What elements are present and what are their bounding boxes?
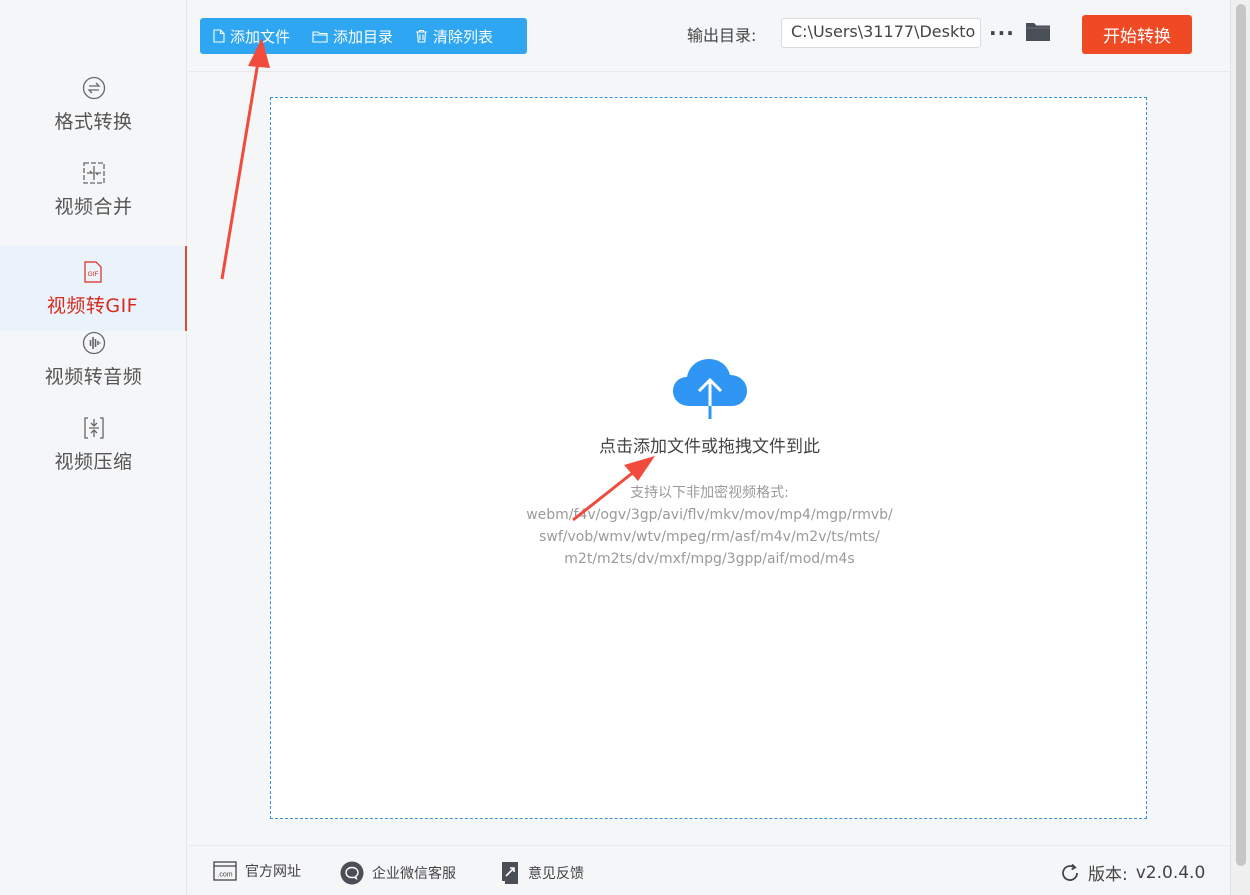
video-merge-icon [81, 160, 107, 186]
wechat-icon [340, 861, 364, 885]
start-convert-button[interactable]: 开始转换 [1082, 15, 1192, 54]
svg-text:.com: .com [217, 872, 232, 879]
file-button-group: 添加文件 添加目录 清除列表 [200, 18, 527, 54]
formats-line: webm/f4v/ogv/3gp/avi/flv/mkv/mov/mp4/mgp… [526, 507, 893, 523]
add-folder-label: 添加目录 [333, 27, 394, 46]
toolbar: 添加文件 添加目录 清除列表 输出目录: C:\Users\31177\Desk… [188, 0, 1230, 72]
drop-instruction: 点击添加文件或拖拽文件到此 [599, 437, 820, 457]
svg-text:GIF: GIF [87, 271, 98, 278]
sidebar-item-label: 视频转GIF [46, 295, 139, 317]
sidebar-item-format-convert[interactable]: 格式转换 [0, 62, 187, 147]
feedback-icon [502, 862, 518, 884]
gif-icon: GIF [80, 259, 106, 285]
cloud-upload-icon [672, 356, 748, 426]
sidebar-item-video-merge[interactable]: 视频合并 [0, 147, 187, 232]
add-folder-button[interactable]: 添加目录 [312, 26, 393, 47]
output-dir-label: 输出目录: [687, 26, 757, 45]
wechat-support-link[interactable]: 企业微信客服 [340, 861, 456, 885]
refresh-icon [1062, 863, 1078, 881]
sidebar-item-video-compress[interactable]: 视频压缩 [0, 402, 187, 487]
main-content: 点击添加文件或拖拽文件到此 支持以下非加密视频格式: webm/f4v/ogv/… [188, 73, 1230, 843]
clear-list-button[interactable]: 清除列表 [415, 26, 493, 47]
website-label: 官方网址 [245, 864, 301, 880]
add-file-label: 添加文件 [230, 27, 291, 46]
sidebar-item-label: 视频合并 [54, 196, 133, 218]
version-label: 版本: [1088, 865, 1128, 885]
output-path-field[interactable]: C:\Users\31177\Deskto [781, 18, 981, 48]
wechat-support-label: 企业微信客服 [372, 866, 456, 882]
formats-line: swf/vob/wmv/wtv/mpeg/rm/asf/m4v/m2v/ts/m… [539, 529, 880, 545]
drop-zone[interactable]: 点击添加文件或拖拽文件到此 支持以下非加密视频格式: webm/f4v/ogv/… [270, 97, 1147, 819]
file-icon [213, 29, 225, 43]
compress-icon [81, 415, 107, 441]
format-convert-icon [81, 75, 107, 101]
sidebar-item-label: 视频压缩 [54, 451, 133, 473]
version-info[interactable]: 版本: v2.0.4.0 [1059, 860, 1205, 885]
sidebar-item-label: 格式转换 [54, 111, 133, 133]
audio-wave-icon [81, 330, 107, 356]
website-link[interactable]: .com 官方网址 [213, 861, 301, 881]
more-options-button[interactable]: ··· [989, 21, 1015, 45]
supported-formats: 支持以下非加密视频格式: webm/f4v/ogv/3gp/avi/flv/mk… [271, 482, 1148, 570]
clear-list-label: 清除列表 [433, 27, 494, 46]
vertical-scrollbar[interactable] [1230, 0, 1250, 895]
formats-line: m2t/m2ts/dv/mxf/mpg/3gpp/aif/mod/m4s [564, 551, 855, 567]
open-folder-icon[interactable] [1025, 20, 1051, 46]
sidebar: 格式转换 视频合并 GIF 视频转GIF 视频转音频 视频压缩 [0, 0, 187, 895]
sidebar-item-video-to-audio[interactable]: 视频转音频 [0, 317, 187, 402]
trash-icon [416, 29, 428, 43]
footer: .com 官方网址 企业微信客服 意见反馈 版本: v2.0.4.0 [188, 845, 1230, 895]
add-file-button[interactable]: 添加文件 [213, 26, 290, 47]
scrollbar-thumb[interactable] [1236, 4, 1246, 866]
feedback-label: 意见反馈 [528, 866, 584, 882]
feedback-link[interactable]: 意见反馈 [500, 861, 584, 885]
formats-heading: 支持以下非加密视频格式: [630, 485, 789, 501]
sidebar-item-label: 视频转音频 [44, 366, 143, 388]
folder-outline-icon [312, 30, 328, 43]
website-icon: .com [213, 861, 237, 881]
version-number: v2.0.4.0 [1135, 862, 1206, 883]
